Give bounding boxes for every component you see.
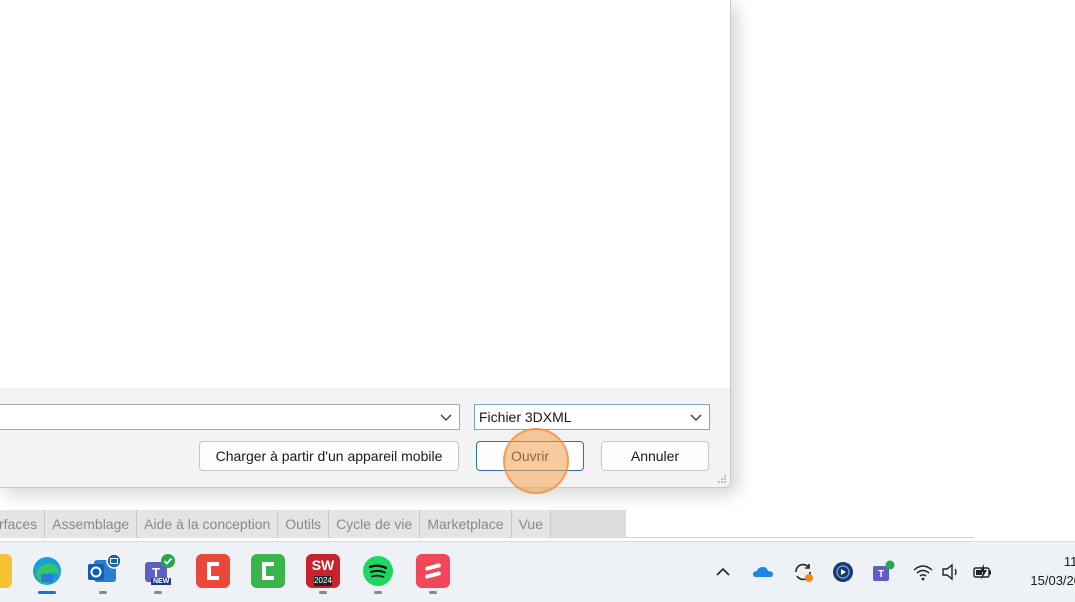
cancel-button[interactable]: Annuler <box>601 441 709 471</box>
teams-indicator <box>154 591 162 594</box>
solidworks-version-badge: 2024 <box>314 576 332 586</box>
dialog-footer: Fichier 3DXML Charger à partir d'un appa… <box>0 388 730 487</box>
ribbon-divider <box>626 537 974 538</box>
resize-grip-icon[interactable] <box>717 474 727 484</box>
tab-assemblage[interactable]: Assemblage <box>45 510 138 538</box>
taskbar: T NEW SW 2024 T 11 15/03/2 <box>0 541 1075 602</box>
teams-icon[interactable]: T NEW <box>141 554 175 588</box>
spotify-icon[interactable] <box>361 554 395 588</box>
spotify-indicator <box>374 591 382 594</box>
solidworks-indicator <box>319 591 327 594</box>
camtasia-recorder-icon[interactable] <box>251 554 285 588</box>
tab-vue[interactable]: Vue <box>511 510 551 538</box>
tab-aide-conception[interactable]: Aide à la conception <box>137 510 279 538</box>
file-list-area[interactable] <box>0 0 730 388</box>
teams-new-badge: NEW <box>151 578 172 585</box>
file-explorer-icon[interactable] <box>0 554 12 588</box>
svg-text:T: T <box>878 569 884 580</box>
battery-charging-icon[interactable] <box>971 560 995 584</box>
media-player-icon[interactable] <box>831 560 855 584</box>
load-from-mobile-button[interactable]: Charger à partir d'un appareil mobile <box>199 441 459 471</box>
chevron-down-icon <box>690 414 702 421</box>
outlook-icon[interactable] <box>86 553 122 588</box>
clock-date[interactable]: 15/03/20 <box>1030 573 1075 588</box>
onedrive-icon[interactable] <box>751 560 775 584</box>
open-file-dialog: Fichier 3DXML Charger à partir d'un appa… <box>0 0 731 488</box>
chevron-down-icon <box>440 414 452 421</box>
scribe-indicator <box>429 591 437 594</box>
tab-marketplace[interactable]: Marketplace <box>420 510 512 538</box>
filetype-value: Fichier 3DXML <box>479 409 572 425</box>
chevron-up-icon[interactable] <box>711 560 735 584</box>
scribe-icon[interactable] <box>416 554 450 588</box>
teams-tray-icon[interactable]: T <box>871 560 895 584</box>
solidworks-icon[interactable]: SW 2024 <box>306 554 340 588</box>
filename-combobox[interactable] <box>0 404 460 430</box>
sync-icon[interactable] <box>791 560 815 584</box>
tab-surfaces[interactable]: rfaces <box>0 510 46 538</box>
edge-icon[interactable] <box>30 554 64 588</box>
camtasia-icon[interactable] <box>196 554 230 588</box>
outlook-indicator <box>99 591 107 594</box>
edge-active-indicator <box>38 591 56 594</box>
open-button[interactable]: Ouvrir <box>476 441 584 471</box>
wifi-icon[interactable] <box>911 560 935 584</box>
solidworks-logo-letters: SW <box>311 557 335 573</box>
tab-cycle-de-vie[interactable]: Cycle de vie <box>329 510 421 538</box>
ribbon-tabs: rfaces Assemblage Aide à la conception O… <box>0 510 626 538</box>
filetype-select[interactable]: Fichier 3DXML <box>474 404 710 430</box>
volume-icon[interactable] <box>939 560 963 584</box>
tab-outils[interactable]: Outils <box>278 510 330 538</box>
clock-time[interactable]: 11: <box>1064 554 1075 569</box>
